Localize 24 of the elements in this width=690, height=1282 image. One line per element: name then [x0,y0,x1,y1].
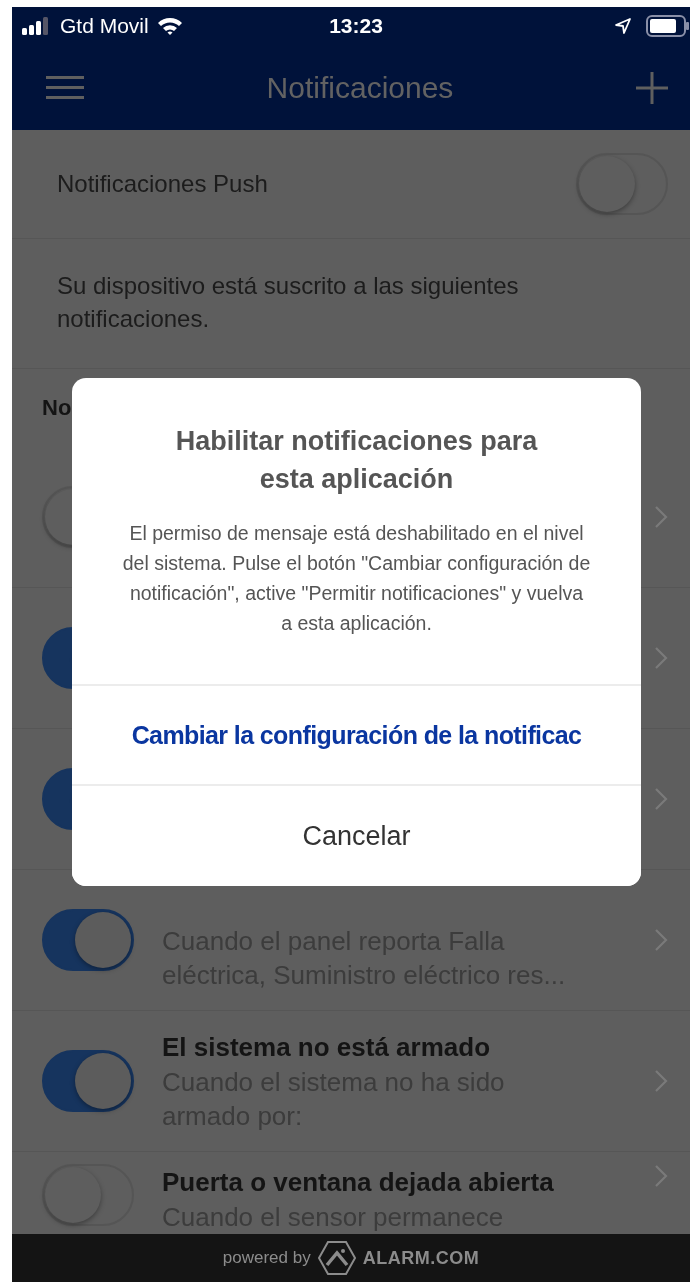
powered-by-text: powered by [222,1248,311,1268]
menu-button[interactable] [46,73,84,102]
battery-icon [646,15,690,37]
dialog-title: Habilitar notificaciones para esta aplicación [174,425,539,496]
section-header: No [42,395,72,420]
notification-title: El sistema no está armado [162,1031,492,1064]
add-button[interactable] [636,71,668,104]
chevron-icon[interactable] [654,928,668,952]
screen-title: Notificaciones [266,70,454,105]
carrier-name: Gtd Movil [60,14,149,38]
chevron-icon[interactable] [654,1164,668,1188]
location-arrow-icon [614,17,632,35]
notification-title: Puerta o ventana dejada abierta [162,1166,555,1199]
wifi-icon [156,16,183,36]
brand-name: ALARM.COM [362,1247,480,1269]
status-time: 13:23 [329,14,383,38]
chevron-icon[interactable] [654,505,668,529]
chevron-icon[interactable] [654,787,668,811]
dialog-message: El permiso de mensaje está deshabilitado en el nivel del sistema. Pulse el botón "Cambiar configuración de notificación", active "Permitir notificaciones" y vuelva a esta aplicación. [122,521,591,636]
description-text: Su dispositivo está suscrito a las siguientes notificaciones. [12,239,690,369]
chevron-icon[interactable] [654,646,668,670]
logo-icon [316,1240,357,1276]
setting-label: Notificaciones Push [57,170,268,198]
chevron-icon[interactable] [654,1069,668,1093]
